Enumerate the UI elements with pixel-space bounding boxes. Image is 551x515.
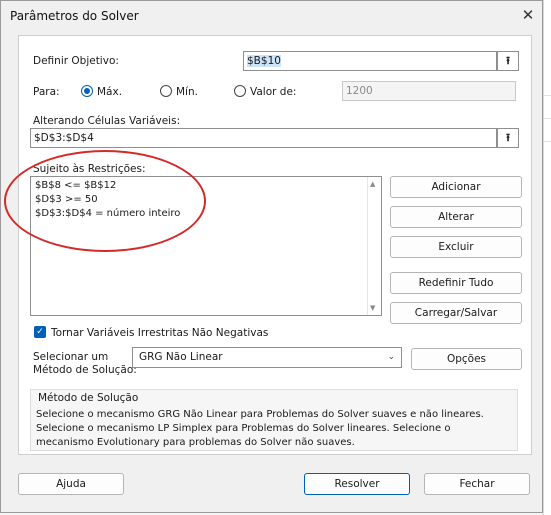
objective-label: Definir Objetivo:	[33, 55, 119, 67]
chevron-down-icon: ⌄	[387, 352, 395, 362]
close-button[interactable]: Fechar	[424, 473, 530, 495]
dialog-title: Parâmetros do Solver	[10, 9, 139, 23]
help-button[interactable]: Ajuda	[18, 473, 124, 495]
constraints-scrollbar[interactable]: ▲ ▼	[367, 177, 381, 315]
changing-cells-field[interactable]: $D$3:$D$4	[30, 128, 497, 148]
method-dropdown[interactable]: GRG Não Linear ⌄	[132, 347, 402, 368]
list-item[interactable]: $D$3 >= 50	[35, 194, 98, 205]
method-select-label-1: Selecionar um	[33, 351, 109, 363]
change-button[interactable]: Alterar	[390, 206, 522, 228]
nonnegative-label: Tornar Variáveis Irrestritas Não Negativ…	[51, 327, 269, 339]
close-icon[interactable]: ✕	[515, 2, 541, 28]
value-of-radio[interactable]	[234, 85, 246, 97]
options-button[interactable]: Opções	[411, 348, 522, 370]
min-radio[interactable]	[160, 85, 172, 97]
changing-cells-collapse-button[interactable]: ⭱	[497, 128, 519, 148]
solving-method-heading: Método de Solução	[38, 392, 139, 404]
min-label: Mín.	[176, 86, 198, 98]
checkmark-icon: ✓	[36, 327, 44, 337]
method-dropdown-value: GRG Não Linear	[139, 351, 223, 363]
delete-button[interactable]: Excluir	[390, 236, 522, 258]
objective-field[interactable]: $B$10	[243, 51, 497, 71]
to-label: Para:	[33, 86, 60, 98]
value-of-field[interactable]: 1200	[342, 81, 516, 101]
reset-all-button[interactable]: Redefinir Tudo	[390, 272, 522, 294]
scroll-up-icon[interactable]: ▲	[370, 180, 375, 188]
scroll-down-icon[interactable]: ▼	[370, 304, 375, 312]
objective-value: $B$10	[247, 55, 281, 67]
nonnegative-checkbox[interactable]: ✓	[34, 326, 46, 338]
list-item[interactable]: $D$3:$D$4 = número inteiro	[35, 208, 180, 219]
value-of-label: Valor de:	[250, 86, 297, 98]
constraints-label: Sujeito às Restrições:	[33, 163, 146, 175]
collapse-arrow-icon: ⭱	[506, 53, 510, 67]
collapse-arrow-icon: ⭱	[506, 130, 510, 144]
load-save-button[interactable]: Carregar/Salvar	[390, 302, 522, 324]
solve-button[interactable]: Resolver	[304, 473, 410, 495]
method-select-label-2: Método de Solução:	[33, 364, 137, 376]
list-item[interactable]: $B$8 <= $B$12	[35, 180, 116, 191]
changing-cells-label: Alterando Células Variáveis:	[33, 115, 181, 127]
objective-collapse-button[interactable]: ⭱	[497, 51, 519, 71]
solving-method-description: Selecione o mecanismo GRG Não Linear par…	[36, 409, 484, 448]
worksheet-background	[543, 0, 551, 515]
constraints-list[interactable]: $B$8 <= $B$12 $D$3 >= 50 $D$3:$D$4 = núm…	[30, 176, 382, 316]
add-button[interactable]: Adicionar	[390, 176, 522, 198]
max-label: Máx.	[97, 86, 123, 98]
max-radio[interactable]	[81, 85, 93, 97]
